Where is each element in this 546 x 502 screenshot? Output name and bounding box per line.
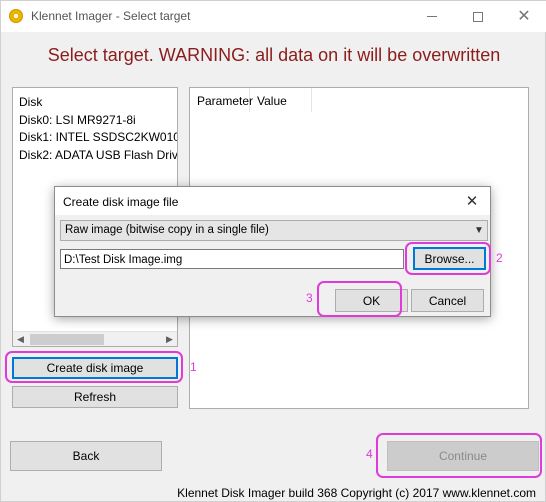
back-button[interactable]: Back — [10, 441, 162, 471]
dialog-title: Create disk image file — [63, 195, 179, 209]
close-icon: ✕ — [465, 193, 479, 210]
title-bar: Klennet Imager - Select target ✕ — [1, 1, 546, 32]
image-path-input[interactable] — [60, 249, 404, 269]
window-title: Klennet Imager - Select target — [31, 9, 191, 23]
parameter-column-header[interactable]: Parameter — [190, 88, 253, 112]
maximize-button[interactable] — [455, 1, 501, 32]
status-bar: Klennet Disk Imager build 368 Copyright … — [177, 486, 536, 500]
step1-highlight — [5, 351, 183, 383]
image-format-dropdown[interactable]: Raw image (bitwise copy in a single file… — [60, 220, 488, 241]
step3-number: 3 — [306, 291, 313, 305]
scrollbar-thumb[interactable] — [30, 334, 104, 345]
disk-column-header[interactable]: Disk — [19, 95, 42, 109]
scroll-left-icon[interactable]: ◀ — [13, 332, 28, 346]
image-format-selected: Raw image (bitwise copy in a single file… — [65, 224, 269, 236]
step4-number: 4 — [366, 447, 373, 461]
cancel-button[interactable]: Cancel — [411, 289, 484, 312]
disk-list-item[interactable]: Disk0: LSI MR9271-8i — [19, 113, 136, 127]
value-column-header[interactable]: Value — [250, 88, 312, 112]
step2-highlight — [405, 242, 491, 275]
step3-highlight — [317, 281, 402, 317]
horizontal-scrollbar[interactable]: ◀ ▶ — [13, 331, 177, 346]
minimize-icon — [427, 16, 437, 17]
page-heading: Select target. WARNING: all data on it w… — [47, 45, 501, 65]
step4-highlight — [376, 433, 542, 478]
app-icon — [9, 9, 23, 23]
disk-list-item[interactable]: Disk1: INTEL SSDSC2KW010X6 — [19, 130, 177, 144]
minimize-button[interactable] — [409, 1, 455, 32]
dialog-title-bar: Create disk image file ✕ — [55, 187, 490, 215]
scroll-right-icon[interactable]: ▶ — [162, 332, 177, 346]
dialog-close-button[interactable]: ✕ — [457, 190, 487, 212]
chevron-down-icon: ▼ — [474, 225, 484, 236]
refresh-button[interactable]: Refresh — [12, 386, 178, 408]
close-icon: ✕ — [517, 7, 531, 25]
step2-number: 2 — [496, 251, 503, 265]
disk-list-item[interactable]: Disk2: ADATA USB Flash Drive — [19, 148, 177, 162]
step1-number: 1 — [190, 360, 197, 374]
maximize-icon — [473, 11, 483, 22]
close-button[interactable]: ✕ — [501, 1, 546, 32]
